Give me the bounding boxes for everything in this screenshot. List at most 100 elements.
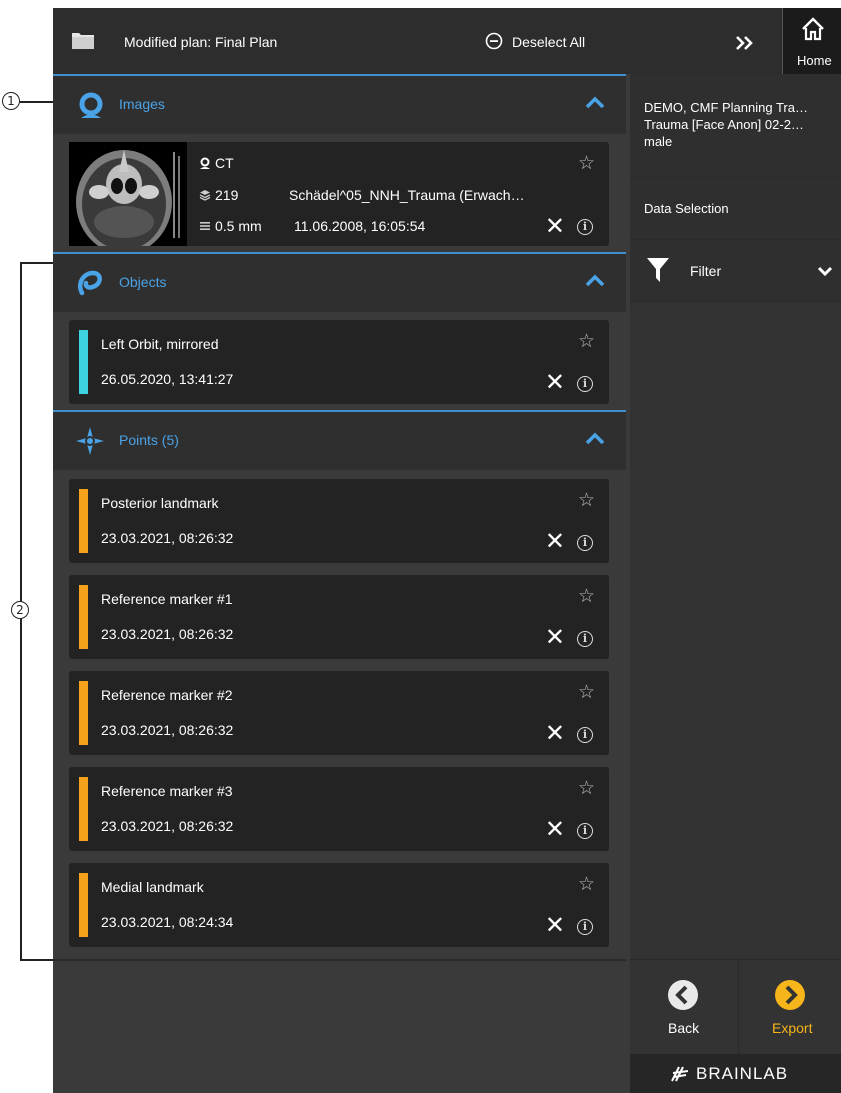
point-card[interactable]: Medial landmark 23.03.2021, 08:24:34 ☆ ✕ i xyxy=(69,863,609,947)
favorite-star-icon[interactable]: ☆ xyxy=(578,681,595,703)
point-name: Medial landmark xyxy=(101,879,204,895)
slice-thickness-icon xyxy=(200,222,210,230)
point-date: 23.03.2021, 08:26:32 xyxy=(101,530,234,546)
favorite-star-icon[interactable]: ☆ xyxy=(578,873,595,895)
patient-sex: male xyxy=(644,134,673,149)
object-date: 26.05.2020, 13:41:27 xyxy=(101,371,234,387)
patient-info[interactable]: DEMO, CMF Planning Tra… Trauma [Face Ano… xyxy=(630,74,841,178)
top-bar: Modified plan: Final Plan Deselect All H… xyxy=(53,8,841,74)
point-color-stripe xyxy=(79,681,88,745)
ct-scan-image xyxy=(76,150,180,246)
brand-name: BRAINLAB xyxy=(696,1064,789,1083)
patient-study: Trauma [Face Anon] 02-2… xyxy=(644,117,804,132)
remove-icon[interactable]: ✕ xyxy=(545,370,565,394)
patient-name: DEMO, CMF Planning Tra… xyxy=(644,100,808,115)
filter-label: Filter xyxy=(690,263,722,279)
favorite-star-icon[interactable]: ☆ xyxy=(578,585,595,607)
chevron-down-icon xyxy=(817,266,833,277)
remove-image-icon[interactable]: ✕ xyxy=(545,214,565,238)
filter-dropdown[interactable]: Filter xyxy=(630,240,841,302)
info-icon[interactable]: i xyxy=(577,823,593,839)
remove-icon[interactable]: ✕ xyxy=(545,625,565,649)
point-name: Reference marker #2 xyxy=(101,687,233,703)
object-name: Left Orbit, mirrored xyxy=(101,336,219,352)
callout-2: 2 xyxy=(11,601,29,619)
filter-funnel-icon xyxy=(647,258,669,282)
point-name: Posterior landmark xyxy=(101,495,219,511)
point-date: 23.03.2021, 08:26:32 xyxy=(101,818,234,834)
modality-label: CT xyxy=(215,155,234,171)
point-card[interactable]: Reference marker #3 23.03.2021, 08:26:32 ☆… xyxy=(69,767,609,851)
image-info-icon[interactable]: i xyxy=(577,219,593,235)
images-section-title: Images xyxy=(119,96,165,112)
data-list-panel: Images CT ☆ 219 Schädel^05_NNH_Trauma (E… xyxy=(53,74,626,1093)
brainlab-logo-icon xyxy=(671,1066,689,1082)
export-button[interactable]: Export xyxy=(739,960,841,1054)
point-color-stripe xyxy=(79,777,88,841)
point-card[interactable]: Posterior landmark 23.03.2021, 08:26:32 ☆ ✕… xyxy=(69,479,609,563)
info-icon[interactable]: i xyxy=(577,376,593,392)
acquisition-datetime: 11.06.2008, 16:05:54 xyxy=(294,218,426,234)
objects-section-header[interactable]: Objects xyxy=(53,252,626,312)
folder-icon[interactable] xyxy=(71,30,95,50)
object-card[interactable]: Left Orbit, mirrored 26.05.2020, 13:41:27… xyxy=(69,320,609,404)
info-icon[interactable]: i xyxy=(577,631,593,647)
favorite-star-icon[interactable]: ☆ xyxy=(578,489,595,511)
ct-thumbnail xyxy=(69,142,187,246)
point-date: 23.03.2021, 08:24:34 xyxy=(101,914,234,930)
point-color-stripe xyxy=(79,585,88,649)
remove-icon[interactable]: ✕ xyxy=(545,913,565,937)
remove-icon[interactable]: ✕ xyxy=(545,721,565,745)
point-card[interactable]: Reference marker #1 23.03.2021, 08:26:32 ☆… xyxy=(69,575,609,659)
home-label: Home xyxy=(797,53,832,68)
point-date: 23.03.2021, 08:26:32 xyxy=(101,626,234,642)
images-section-header[interactable]: Images xyxy=(53,74,626,134)
home-button[interactable]: Home xyxy=(782,8,841,74)
point-card[interactable]: Reference marker #2 23.03.2021, 08:26:32 ☆… xyxy=(69,671,609,755)
back-button[interactable]: Back xyxy=(630,960,736,1054)
collapse-objects-icon[interactable] xyxy=(584,272,606,288)
collapse-images-icon[interactable] xyxy=(584,94,606,110)
info-icon[interactable]: i xyxy=(577,919,593,935)
plan-title: Modified plan: Final Plan xyxy=(124,34,278,50)
point-color-stripe xyxy=(79,873,88,937)
favorite-star-icon[interactable]: ☆ xyxy=(578,777,595,799)
images-icon xyxy=(79,92,103,118)
back-arrow-icon xyxy=(668,980,698,1010)
brand-bar: BRAINLAB xyxy=(630,1054,841,1093)
favorite-star-icon[interactable]: ☆ xyxy=(578,330,595,352)
object-color-stripe xyxy=(79,330,88,394)
minus-circle-icon xyxy=(485,32,503,50)
point-date: 23.03.2021, 08:26:32 xyxy=(101,722,234,738)
points-icon xyxy=(76,427,104,455)
point-name: Reference marker #3 xyxy=(101,783,233,799)
image-series-card[interactable]: CT ☆ 219 Schädel^05_NNH_Trauma (Erwach… … xyxy=(69,142,609,246)
points-section-header[interactable]: Points (5) xyxy=(53,410,626,470)
double-chevron-right-icon[interactable] xyxy=(735,35,755,51)
deselect-all-label: Deselect All xyxy=(512,34,586,50)
info-icon[interactable]: i xyxy=(577,535,593,551)
data-selection-item[interactable]: Data Selection xyxy=(630,178,841,240)
slice-thickness: 0.5 mm xyxy=(215,218,262,234)
point-name: Reference marker #1 xyxy=(101,591,233,607)
points-section-title: Points (5) xyxy=(119,432,179,448)
objects-icon xyxy=(77,270,102,296)
info-icon[interactable]: i xyxy=(577,727,593,743)
objects-section-title: Objects xyxy=(119,274,167,290)
back-label: Back xyxy=(668,1020,700,1036)
right-panel: DEMO, CMF Planning Tra… Trauma [Face Ano… xyxy=(630,74,841,1093)
callout-1: 1 xyxy=(2,92,20,110)
remove-icon[interactable]: ✕ xyxy=(545,529,565,553)
list-bottom-divider xyxy=(53,959,626,961)
export-label: Export xyxy=(772,1020,813,1036)
home-icon xyxy=(802,17,824,41)
slices-stack-icon xyxy=(199,190,211,201)
modality-icon xyxy=(200,157,210,169)
slice-count: 219 xyxy=(215,187,239,203)
app-window: Modified plan: Final Plan Deselect All H… xyxy=(53,8,841,1093)
series-name: Schädel^05_NNH_Trauma (Erwach… xyxy=(289,187,525,203)
collapse-points-icon[interactable] xyxy=(584,430,606,446)
data-selection-label: Data Selection xyxy=(644,201,729,216)
remove-icon[interactable]: ✕ xyxy=(545,817,565,841)
favorite-image-star-icon[interactable]: ☆ xyxy=(578,152,595,174)
